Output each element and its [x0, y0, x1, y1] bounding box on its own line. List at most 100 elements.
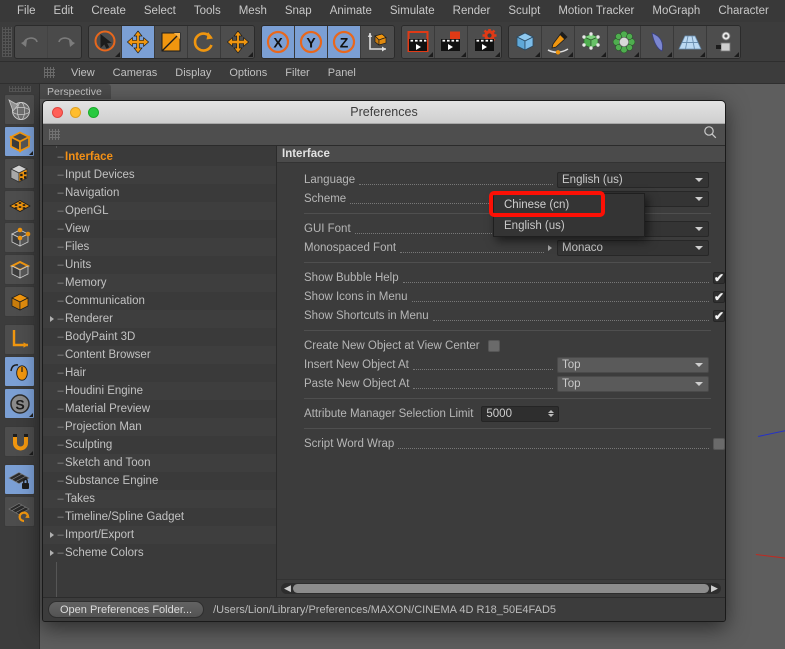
- axis-z-button[interactable]: Z: [328, 25, 361, 58]
- horizontal-scrollbar[interactable]: ◀ ▶: [281, 583, 721, 594]
- axis-y-button[interactable]: Y: [295, 25, 328, 58]
- tree-item-renderer[interactable]: – Renderer: [43, 310, 276, 328]
- tree-item-scheme-colors[interactable]: – Scheme Colors: [43, 544, 276, 562]
- checkbox-bubble[interactable]: ✔: [713, 271, 725, 284]
- workplane-reset-button[interactable]: [4, 496, 35, 527]
- viewport-menu-cameras[interactable]: Cameras: [104, 62, 167, 84]
- toolbar-grip[interactable]: [2, 26, 12, 57]
- chevron-down-icon[interactable]: [695, 177, 703, 182]
- scale-tool-button[interactable]: [155, 25, 188, 58]
- polygon-mode-button[interactable]: [4, 190, 35, 221]
- floor-environment-button[interactable]: [674, 25, 707, 58]
- viewport-menu-display[interactable]: Display: [166, 62, 220, 84]
- object-axis-mode-button[interactable]: [4, 286, 35, 317]
- edge-mode-button[interactable]: [4, 254, 35, 285]
- tree-item-files[interactable]: – Files: [43, 238, 276, 256]
- tree-item-takes[interactable]: – Takes: [43, 490, 276, 508]
- workplane-lock-button[interactable]: [4, 464, 35, 495]
- snap-settings-button[interactable]: S: [4, 388, 35, 419]
- tree-item-input-devices[interactable]: – Input Devices: [43, 166, 276, 184]
- tree-item-content-browser[interactable]: – Content Browser: [43, 346, 276, 364]
- viewport-globe-button[interactable]: [4, 94, 35, 125]
- chevron-down-icon[interactable]: [695, 226, 703, 231]
- rotate-tool-button[interactable]: [188, 25, 221, 58]
- tree-item-timeline-spline-gadget[interactable]: – Timeline/Spline Gadget: [43, 508, 276, 526]
- search-icon[interactable]: [703, 125, 717, 144]
- language-option-chinese-cn[interactable]: Chinese (cn): [494, 194, 644, 215]
- tree-item-projection-man[interactable]: – Projection Man: [43, 418, 276, 436]
- magnet-button[interactable]: [4, 426, 35, 457]
- tree-item-sculpting[interactable]: – Sculpting: [43, 436, 276, 454]
- enable-snapping-button[interactable]: [4, 356, 35, 387]
- menu-item-sculpt[interactable]: Sculpt: [499, 0, 549, 22]
- menu-item-edit[interactable]: Edit: [45, 0, 83, 22]
- tree-item-sketch-and-toon[interactable]: – Sketch and Toon: [43, 454, 276, 472]
- number-input-sel_limit[interactable]: 5000: [481, 405, 560, 422]
- left-palette-grip[interactable]: [8, 86, 31, 92]
- stepper-arrows-icon[interactable]: [548, 410, 555, 417]
- nurbs-generator-button[interactable]: [575, 25, 608, 58]
- menu-item-pipeline[interactable]: Pipeline: [778, 0, 785, 22]
- expand-triangle-icon[interactable]: [47, 548, 56, 558]
- array-modeling-button[interactable]: [608, 25, 641, 58]
- submenu-arrow-icon[interactable]: [548, 244, 552, 251]
- point-mode-button[interactable]: [4, 222, 35, 253]
- model-mode-button[interactable]: [4, 126, 35, 157]
- viewport-menu-panel[interactable]: Panel: [319, 62, 365, 84]
- viewport-menu-view[interactable]: View: [62, 62, 104, 84]
- chevron-down-icon[interactable]: [695, 362, 703, 367]
- menu-item-simulate[interactable]: Simulate: [381, 0, 444, 22]
- select-tool-button[interactable]: [89, 25, 122, 58]
- tree-item-substance-engine[interactable]: – Substance Engine: [43, 472, 276, 490]
- menu-item-tools[interactable]: Tools: [185, 0, 230, 22]
- scrollbar-thumb[interactable]: [293, 584, 709, 593]
- language-option-english-us[interactable]: English (us): [494, 215, 644, 236]
- render-settings-button[interactable]: [468, 25, 501, 58]
- render-to-picture-viewer-button[interactable]: [435, 25, 468, 58]
- open-preferences-folder-button[interactable]: Open Preferences Folder...: [48, 601, 205, 618]
- menu-item-mesh[interactable]: Mesh: [230, 0, 276, 22]
- tree-item-material-preview[interactable]: – Material Preview: [43, 400, 276, 418]
- preferences-titlebar[interactable]: Preferences: [43, 101, 725, 124]
- redo-button[interactable]: [48, 25, 81, 58]
- language-dropdown-popup[interactable]: Chinese (cn) English (us): [493, 193, 645, 237]
- menu-item-snap[interactable]: Snap: [276, 0, 321, 22]
- tree-item-houdini-engine[interactable]: – Houdini Engine: [43, 382, 276, 400]
- cube-primitive-button[interactable]: [509, 25, 542, 58]
- tree-item-view[interactable]: – View: [43, 220, 276, 238]
- menu-item-motion-tracker[interactable]: Motion Tracker: [549, 0, 643, 22]
- viewport-menu-options[interactable]: Options: [220, 62, 276, 84]
- axis-x-button[interactable]: X: [262, 25, 295, 58]
- checkbox-wordwrap[interactable]: [713, 437, 725, 450]
- chevron-down-icon[interactable]: [695, 381, 703, 386]
- dropdown-mono_font[interactable]: Monaco: [557, 239, 709, 256]
- dropdown-insert_at[interactable]: Top: [557, 356, 709, 373]
- checkbox-viewcenter[interactable]: [487, 339, 500, 352]
- checkbox-shortcuts[interactable]: ✔: [713, 309, 725, 322]
- tree-item-communication[interactable]: – Communication: [43, 292, 276, 310]
- move-dynamic-button[interactable]: [221, 25, 254, 58]
- menu-item-create[interactable]: Create: [82, 0, 135, 22]
- viewport-tab-perspective[interactable]: Perspective: [40, 84, 111, 99]
- camera-light-button[interactable]: [707, 25, 740, 58]
- menu-item-character[interactable]: Character: [709, 0, 778, 22]
- checkbox-icons_menu[interactable]: ✔: [713, 290, 725, 303]
- expand-triangle-icon[interactable]: [47, 314, 56, 324]
- viewport-menu-filter[interactable]: Filter: [276, 62, 318, 84]
- viewport-menu-grip[interactable]: [44, 67, 55, 78]
- tree-item-units[interactable]: – Units: [43, 256, 276, 274]
- expand-triangle-icon[interactable]: [47, 530, 56, 540]
- chevron-down-icon[interactable]: [695, 245, 703, 250]
- texture-mode-button[interactable]: [4, 158, 35, 189]
- tree-item-navigation[interactable]: – Navigation: [43, 184, 276, 202]
- undo-button[interactable]: [15, 25, 48, 58]
- preferences-category-tree[interactable]: – Interface – Input Devices – Navigation – Open…: [43, 146, 277, 597]
- tree-item-memory[interactable]: – Memory: [43, 274, 276, 292]
- tree-item-import-export[interactable]: – Import/Export: [43, 526, 276, 544]
- menu-item-animate[interactable]: Animate: [321, 0, 381, 22]
- axis-modify-button[interactable]: [4, 324, 35, 355]
- tree-item-interface[interactable]: – Interface: [43, 148, 276, 166]
- menu-item-file[interactable]: File: [8, 0, 45, 22]
- scroll-left-arrow-icon[interactable]: ◀: [282, 583, 293, 594]
- tree-item-bodypaint-3d[interactable]: – BodyPaint 3D: [43, 328, 276, 346]
